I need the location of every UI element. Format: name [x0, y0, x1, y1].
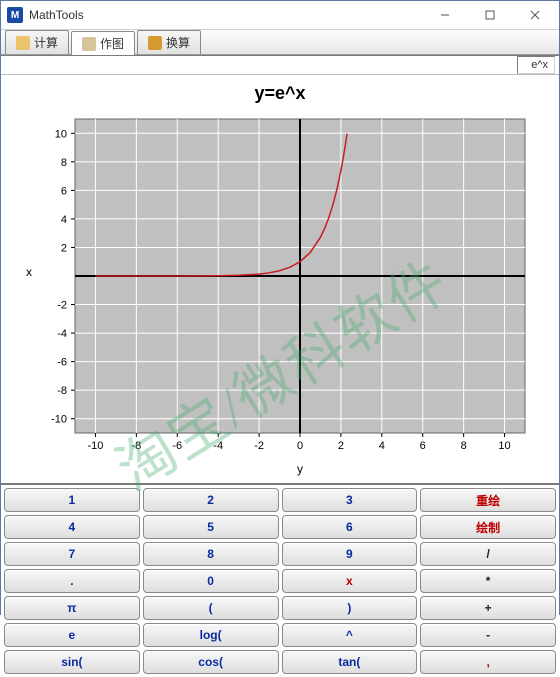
svg-text:x: x	[26, 265, 32, 279]
svg-text:6: 6	[420, 440, 426, 452]
svg-text:-6: -6	[172, 440, 182, 452]
key-5[interactable]: 5	[143, 515, 279, 539]
key-10[interactable]: 9	[282, 542, 418, 566]
key-17[interactable]: (	[143, 596, 279, 620]
tab-2[interactable]: 换算	[137, 30, 201, 54]
key-3[interactable]: 重绘	[420, 488, 556, 512]
key-1[interactable]: 2	[143, 488, 279, 512]
svg-text:8: 8	[461, 440, 467, 452]
key-26[interactable]: tan(	[282, 650, 418, 674]
key-15[interactable]: *	[420, 569, 556, 593]
key-19[interactable]: +	[420, 596, 556, 620]
app-window: M MathTools 计算 作图 换算 e^x y=e^x -10 -8 -6 -4 -2 0…	[0, 0, 560, 615]
key-2[interactable]: 3	[282, 488, 418, 512]
tab-icon	[16, 36, 30, 50]
minimize-button[interactable]	[422, 1, 467, 29]
key-11[interactable]: /	[420, 542, 556, 566]
key-25[interactable]: cos(	[143, 650, 279, 674]
svg-text:2: 2	[338, 440, 344, 452]
tab-label: 作图	[100, 35, 124, 52]
key-21[interactable]: log(	[143, 623, 279, 647]
svg-text:2: 2	[61, 242, 67, 254]
svg-text:6: 6	[61, 185, 67, 197]
app-title: MathTools	[29, 8, 422, 22]
tab-1[interactable]: 作图	[71, 31, 135, 55]
key-22[interactable]: ^	[282, 623, 418, 647]
key-27[interactable]: ,	[420, 650, 556, 674]
key-23[interactable]: -	[420, 623, 556, 647]
svg-text:y=e^x: y=e^x	[254, 83, 305, 103]
svg-text:-8: -8	[57, 385, 67, 397]
key-7[interactable]: 绘制	[420, 515, 556, 539]
svg-text:4: 4	[379, 440, 385, 452]
app-icon: M	[7, 7, 23, 23]
key-13[interactable]: 0	[143, 569, 279, 593]
svg-text:10: 10	[498, 440, 510, 452]
close-button[interactable]	[512, 1, 557, 29]
key-20[interactable]: e	[4, 623, 140, 647]
maximize-button[interactable]	[467, 1, 512, 29]
key-8[interactable]: 7	[4, 542, 140, 566]
tab-bar: 计算 作图 换算	[1, 29, 559, 55]
key-9[interactable]: 8	[143, 542, 279, 566]
key-4[interactable]: 4	[4, 515, 140, 539]
key-18[interactable]: )	[282, 596, 418, 620]
tab-label: 换算	[166, 34, 190, 51]
svg-text:-10: -10	[88, 440, 104, 452]
key-6[interactable]: 6	[282, 515, 418, 539]
svg-text:-4: -4	[57, 328, 67, 340]
content-area: e^x y=e^x-10-8-6-4-20246810-10-8-6-4-224…	[1, 55, 559, 677]
svg-text:-4: -4	[213, 440, 223, 452]
svg-text:y: y	[297, 462, 303, 476]
svg-text:8: 8	[61, 157, 67, 169]
keypad: 123重绘 456绘制 789/.0x* π()+ elog(^- sin(cos(tan…	[1, 485, 559, 677]
tab-0[interactable]: 计算	[5, 30, 69, 54]
svg-text:10: 10	[55, 128, 67, 140]
key-16[interactable]: π	[4, 596, 140, 620]
key-24[interactable]: sin(	[4, 650, 140, 674]
tab-icon	[148, 36, 162, 50]
svg-text:-2: -2	[57, 300, 67, 312]
window-controls	[422, 1, 557, 29]
key-12[interactable]: .	[4, 569, 140, 593]
formula-bar: e^x	[1, 56, 559, 75]
svg-text:-8: -8	[131, 440, 141, 452]
tab-label: 计算	[34, 34, 58, 51]
key-0[interactable]: 1	[4, 488, 140, 512]
chart[interactable]: y=e^x -10 -8 -6 -4 -2 0 2 4 6 8 10 -10 -8 -6 -4 -2 2 4 6 8 10…	[15, 79, 545, 479]
key-14[interactable]: x	[282, 569, 418, 593]
formula-input[interactable]: e^x	[517, 56, 555, 74]
svg-text:4: 4	[61, 214, 67, 226]
svg-text:-2: -2	[254, 440, 264, 452]
tab-icon	[82, 37, 96, 51]
svg-text:-6: -6	[57, 357, 67, 369]
svg-text:0: 0	[297, 440, 303, 452]
svg-text:-10: -10	[51, 414, 67, 426]
title-bar: M MathTools	[1, 1, 559, 29]
plot-area: y=e^x -10 -8 -6 -4 -2 0 2 4 6 8 10 -10 -8 -6 -4 -2 2 4 6 8 10…	[1, 75, 559, 485]
